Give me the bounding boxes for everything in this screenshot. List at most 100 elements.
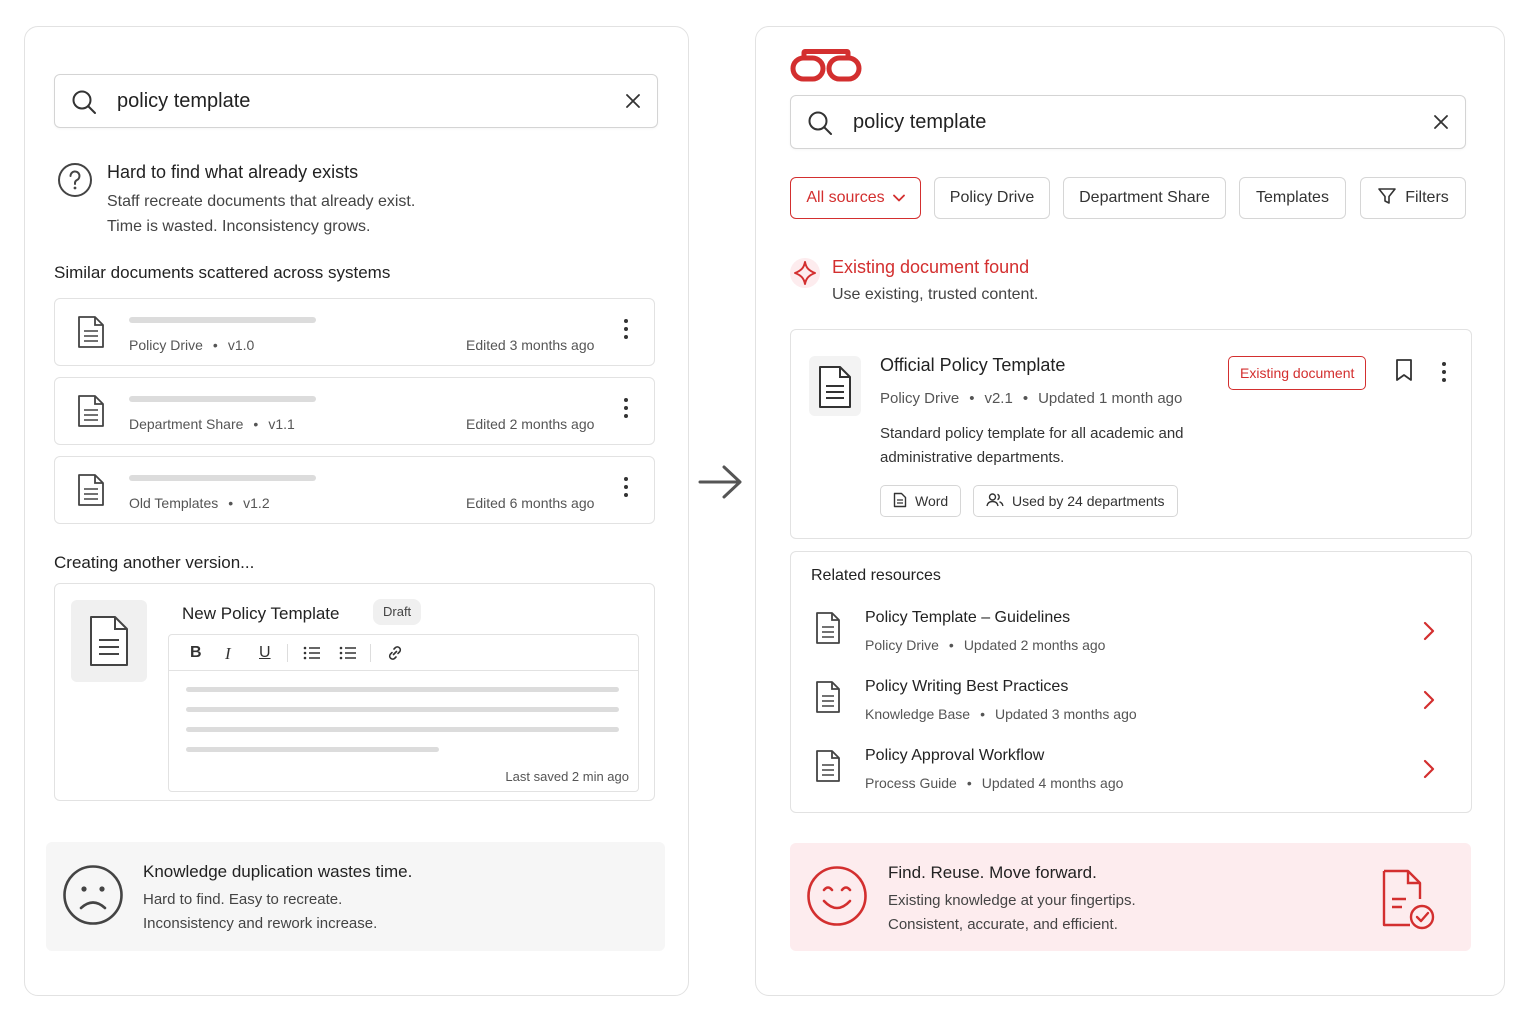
problem-line-1: Staff recreate documents that already ex… (107, 193, 416, 210)
after-panel: policy template All sources Policy Drive… (755, 26, 1505, 996)
search-bar[interactable]: policy template (790, 95, 1466, 149)
bulleted-list-icon[interactable] (303, 645, 321, 666)
filter-chip-policy-drive[interactable]: Policy Drive (934, 177, 1050, 219)
bold-button[interactable]: B (190, 644, 202, 662)
solution-footer: Find. Reuse. Move forward. Existing know… (790, 843, 1471, 951)
doc-meta: Department Share • v1.1 (129, 416, 295, 432)
doc-source: Policy Drive (129, 337, 203, 353)
more-options-icon[interactable] (624, 398, 628, 422)
clear-search-icon[interactable] (625, 93, 641, 114)
problem-footer: Knowledge duplication wastes time. Hard … (46, 842, 665, 951)
document-icon (77, 315, 105, 354)
doc-row[interactable]: Old Templates • v1.2 Edited 6 months ago (54, 456, 655, 524)
doc-meta: Policy Drive • v1.0 (129, 337, 255, 353)
more-options-icon[interactable] (624, 477, 628, 501)
editor-card: New Policy Template Draft B I U Last sav… (54, 583, 655, 801)
problem-title: Hard to find what already exists (107, 162, 359, 182)
related-resources-card: Related resources Policy Template – Guid… (790, 551, 1472, 813)
filter-chip-department-share[interactable]: Department Share (1063, 177, 1226, 219)
doc-source: Old Templates (129, 495, 219, 511)
underline-button[interactable]: U (259, 644, 271, 662)
draft-badge: Draft (373, 599, 422, 625)
sad-face-icon (62, 864, 124, 931)
scattered-heading: Similar documents scattered across syste… (54, 263, 391, 282)
search-icon (71, 89, 97, 120)
document-icon (77, 473, 105, 512)
clear-search-icon[interactable] (1433, 114, 1449, 135)
bookmark-icon[interactable] (1394, 358, 1414, 387)
result-desc-line-2: administrative departments. (880, 449, 1065, 466)
usage-label: Used by 24 departments (1012, 493, 1165, 509)
related-meta: Policy Drive • Updated 2 months ago (865, 637, 1106, 653)
related-item[interactable]: Policy Template – Guidelines Policy Driv… (791, 597, 1471, 661)
footer-line-1: Existing knowledge at your fingertips. (888, 892, 1136, 909)
doc-edited: Edited 3 months ago (466, 337, 595, 353)
doc-source: Department Share (129, 416, 244, 432)
doc-edited: Edited 2 months ago (466, 416, 595, 432)
more-options-icon[interactable] (624, 319, 628, 343)
document-icon (88, 614, 130, 673)
doc-row[interactable]: Department Share • v1.1 Edited 2 months ag… (54, 377, 655, 445)
result-card[interactable]: Official Policy Template Policy Drive • v2… (790, 329, 1472, 539)
related-item[interactable]: Policy Writing Best Practices Knowledge … (791, 666, 1471, 730)
toolbar-divider (370, 644, 371, 662)
related-source: Process Guide (865, 775, 957, 791)
text-placeholder (186, 747, 439, 752)
related-title[interactable]: Policy Approval Workflow (865, 747, 1044, 765)
document-icon (815, 611, 841, 650)
result-meta: Policy Drive • v2.1 • Updated 1 month ago (880, 390, 1183, 407)
doc-row[interactable]: Policy Drive • v1.0 Edited 3 months ago (54, 298, 655, 366)
editor-toolbar: B I U (169, 635, 638, 671)
footer-line-2: Consistent, accurate, and efficient. (888, 916, 1118, 933)
chevron-right-icon[interactable] (1423, 759, 1435, 784)
footer-title: Find. Reuse. Move forward. (888, 863, 1097, 882)
document-icon (817, 364, 853, 415)
related-meta: Knowledge Base • Updated 3 months ago (865, 706, 1137, 722)
document-thumbnail (71, 600, 147, 682)
found-subtitle: Use existing, trusted content. (832, 286, 1039, 303)
last-saved: Last saved 2 min ago (505, 769, 629, 784)
result-title[interactable]: Official Policy Template (880, 355, 1065, 376)
result-updated: Updated 1 month ago (1038, 390, 1183, 407)
arrow-right-icon (697, 462, 745, 507)
footer-title: Knowledge duplication wastes time. (143, 862, 413, 881)
search-input[interactable]: policy template (853, 111, 986, 134)
all-sources-dropdown[interactable]: All sources (790, 177, 921, 219)
result-desc-line-1: Standard policy template for all academi… (880, 425, 1184, 442)
related-heading: Related resources (811, 567, 941, 584)
search-input[interactable]: policy template (117, 90, 250, 113)
italic-button[interactable]: I (225, 644, 231, 664)
sparkle-icon (789, 257, 821, 294)
doc-version: v1.1 (268, 416, 295, 432)
related-source: Policy Drive (865, 637, 939, 653)
chevron-right-icon[interactable] (1423, 621, 1435, 646)
related-title[interactable]: Policy Writing Best Practices (865, 678, 1068, 696)
before-panel: policy template Hard to find what alread… (24, 26, 689, 996)
more-options-icon[interactable] (1442, 362, 1446, 386)
search-icon (807, 110, 833, 141)
document-icon (815, 749, 841, 788)
result-description: Standard policy template for all academi… (880, 422, 1184, 470)
filters-label: Filters (1405, 189, 1449, 206)
creating-heading: Creating another version... (54, 553, 255, 572)
numbered-list-icon[interactable] (339, 645, 357, 666)
related-title[interactable]: Policy Template – Guidelines (865, 609, 1070, 627)
related-updated: Updated 4 months ago (981, 775, 1124, 791)
doc-version: v1.2 (243, 495, 270, 511)
editor-title[interactable]: New Policy Template (182, 604, 339, 624)
related-item[interactable]: Policy Approval Workflow Process Guide • U… (791, 735, 1471, 799)
question-icon (56, 161, 94, 204)
happy-face-icon (806, 865, 868, 932)
footer-line-2: Inconsistency and rework increase. (143, 915, 378, 932)
filter-chip-templates[interactable]: Templates (1239, 177, 1346, 219)
word-file-icon (893, 492, 907, 511)
document-check-icon (1380, 867, 1440, 936)
editor-body[interactable]: B I U Last saved 2 min ago (168, 634, 639, 792)
link-icon[interactable] (386, 644, 404, 667)
search-bar[interactable]: policy template (54, 74, 658, 128)
filters-button[interactable]: Filters (1360, 177, 1466, 219)
doc-edited: Edited 6 months ago (466, 495, 595, 511)
found-title: Existing document found (832, 257, 1030, 277)
chevron-right-icon[interactable] (1423, 690, 1435, 715)
format-label: Word (915, 493, 949, 509)
